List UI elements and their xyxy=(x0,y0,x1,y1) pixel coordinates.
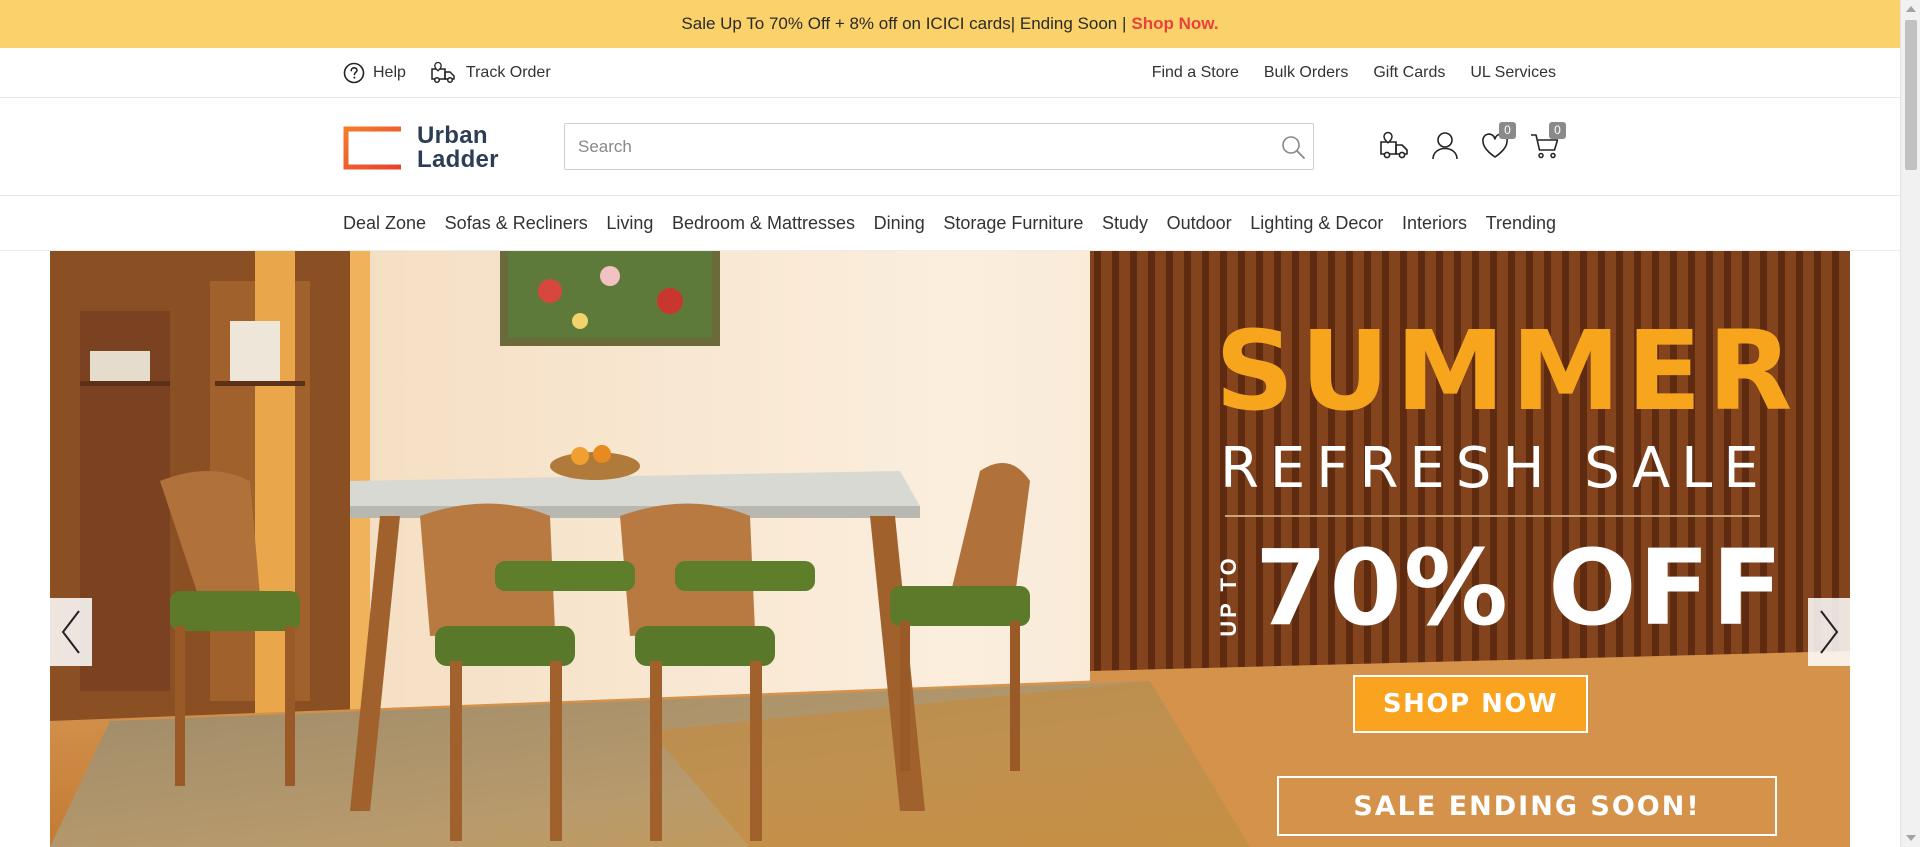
search-bar xyxy=(564,123,1314,170)
track-order-label: Track Order xyxy=(465,64,551,81)
search-input[interactable] xyxy=(565,124,1273,169)
nav-item-study[interactable]: Study xyxy=(1102,213,1148,234)
hero-divider xyxy=(1225,515,1760,517)
chevron-left-icon xyxy=(61,610,80,654)
nav-item-living[interactable]: Living xyxy=(606,213,653,234)
track-order-link[interactable]: Track Order xyxy=(430,61,551,85)
nav-item-sofas-recliners[interactable]: Sofas & Recliners xyxy=(445,213,588,234)
promo-text: Sale Up To 70% Off + 8% off on ICICI car… xyxy=(681,14,1127,33)
urban-ladder-logo[interactable]: Urban Ladder xyxy=(343,124,499,172)
nav-item-trending[interactable]: Trending xyxy=(1486,213,1556,234)
category-nav: Deal Zone Sofas & Recliners Living Bedro… xyxy=(0,196,1900,251)
ul-services-link[interactable]: UL Services xyxy=(1470,64,1556,82)
hero-refresh-sale-heading: REFRESH SALE xyxy=(1220,436,1770,501)
scroll-down-arrow-icon[interactable] xyxy=(1906,835,1916,841)
help-circle-icon xyxy=(343,62,365,84)
logo-line-ladder: Ladder xyxy=(417,146,499,173)
hero-sale-ending-label: SALE ENDING SOON! xyxy=(1277,776,1777,836)
nav-item-lighting-decor[interactable]: Lighting & Decor xyxy=(1250,213,1383,234)
page-scrollbar[interactable] xyxy=(1900,0,1920,847)
cart-count-badge: 0 xyxy=(1549,122,1566,139)
nav-item-outdoor[interactable]: Outdoor xyxy=(1167,213,1232,234)
cart-button[interactable]: 0 xyxy=(1520,122,1570,164)
bulk-orders-link[interactable]: Bulk Orders xyxy=(1264,64,1348,82)
scroll-up-arrow-icon[interactable] xyxy=(1906,6,1916,12)
hero-discount-heading: 70% OFF xyxy=(1255,527,1785,649)
find-a-store-link[interactable]: Find a Store xyxy=(1152,64,1239,82)
promo-shop-now-link[interactable]: Shop Now. xyxy=(1131,14,1218,34)
logo-line-urban: Urban xyxy=(417,122,488,149)
user-icon xyxy=(1432,132,1458,160)
hero-summer-heading: SUMMER xyxy=(1215,307,1799,435)
carousel-prev-button[interactable] xyxy=(50,598,92,666)
logo-mark-icon xyxy=(343,126,401,170)
utility-bar: Help Track Order Find a Store Bulk Order… xyxy=(0,48,1900,98)
truck-location-icon xyxy=(1380,131,1408,159)
account-button[interactable] xyxy=(1420,128,1470,164)
wishlist-button[interactable]: 0 xyxy=(1470,122,1520,164)
hero-up-to-label: UP TO xyxy=(1216,555,1241,637)
scrollbar-thumb[interactable] xyxy=(1905,20,1917,170)
help-label: Help xyxy=(373,64,406,81)
gift-cards-link[interactable]: Gift Cards xyxy=(1373,64,1445,82)
nav-item-deal-zone[interactable]: Deal Zone xyxy=(343,213,426,234)
wishlist-count-badge: 0 xyxy=(1499,122,1516,139)
nav-item-storage-furniture[interactable]: Storage Furniture xyxy=(943,213,1083,234)
truck-location-icon xyxy=(431,61,455,84)
promo-banner: Sale Up To 70% Off + 8% off on ICICI car… xyxy=(0,0,1900,48)
help-link[interactable]: Help xyxy=(343,62,406,84)
nav-item-dining[interactable]: Dining xyxy=(874,213,925,234)
chevron-right-icon xyxy=(1820,610,1839,654)
search-icon[interactable] xyxy=(1273,134,1313,160)
hero-banner[interactable]: SUMMER REFRESH SALE UP TO 70% OFF SHOP N… xyxy=(50,251,1850,847)
nav-item-bedroom-mattresses[interactable]: Bedroom & Mattresses xyxy=(672,213,855,234)
site-header: Urban Ladder Search 0 0 xyxy=(0,98,1900,196)
carousel-next-button[interactable] xyxy=(1808,598,1850,666)
hero-shop-now-button[interactable]: SHOP NOW xyxy=(1353,675,1588,733)
nav-item-interiors[interactable]: Interiors xyxy=(1402,213,1467,234)
store-locator-button[interactable] xyxy=(1370,128,1420,164)
